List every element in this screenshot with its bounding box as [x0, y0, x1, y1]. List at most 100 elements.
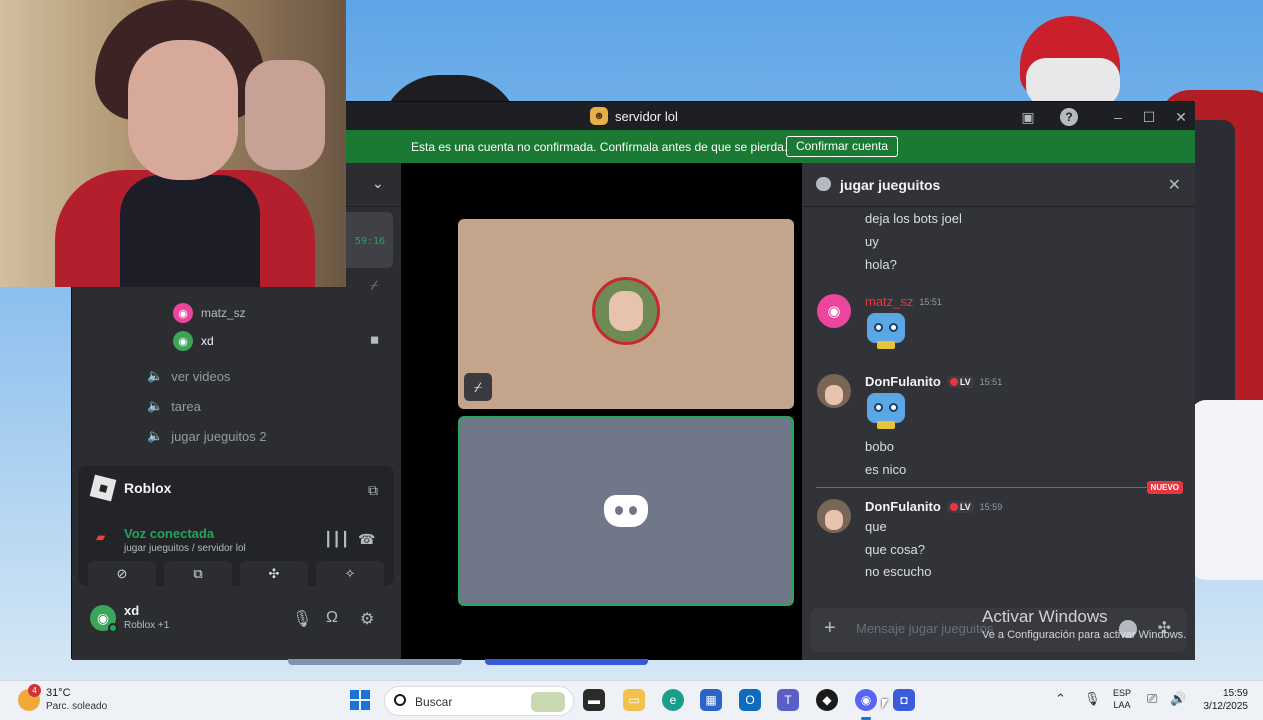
- background-window-edge: [485, 659, 648, 665]
- user-tag: LV: [946, 375, 974, 388]
- noise-suppression-icon[interactable]: ┃┃┃: [324, 531, 349, 548]
- inbox-icon[interactable]: ▣: [1019, 108, 1037, 126]
- message-text: hola?: [865, 257, 897, 272]
- user-panel: ◉ xd Roblox +1 🎙 Ω ⚙: [78, 591, 394, 651]
- game-activity-icon: ◼: [370, 334, 380, 346]
- chat-bubble-icon: [816, 177, 831, 191]
- system-clock[interactable]: 15:59 3/12/2025: [1196, 687, 1249, 713]
- avatar[interactable]: [817, 499, 851, 533]
- tray-microphone-icon[interactable]: 🎙: [1084, 691, 1101, 707]
- outlook-icon[interactable]: O: [739, 689, 761, 711]
- channel-ver-videos[interactable]: 🔈 ver videos: [147, 365, 230, 387]
- avatar[interactable]: ◉: [817, 294, 851, 328]
- signal-icon[interactable]: ▰: [96, 530, 105, 544]
- roblox-app-icon[interactable]: ◆: [816, 689, 838, 711]
- new-messages-divider: [816, 487, 1182, 488]
- message-text: uy: [865, 234, 879, 249]
- language-indicator[interactable]: ESP LAA: [1113, 687, 1131, 711]
- muted-mic-icon: ⌿: [370, 277, 379, 293]
- headphones-icon[interactable]: Ω: [326, 609, 338, 627]
- robot-emoji-icon: [865, 311, 907, 351]
- channel-name: jugar jueguitos 2: [171, 428, 267, 444]
- participant-tile-donfulanito[interactable]: ⌿: [458, 219, 794, 409]
- store-icon[interactable]: ▦: [700, 689, 722, 711]
- channel-tarea[interactable]: 🔈 tarea: [147, 395, 201, 417]
- voice-user-xd[interactable]: ◉ xd: [173, 330, 214, 352]
- voice-action-buttons: ⊘ ⧉ ✣ ✧: [88, 561, 384, 589]
- voice-location[interactable]: jugar jueguitos / servidor lol: [124, 543, 246, 554]
- robot-emoji-icon: [865, 391, 907, 431]
- discord-app-icon[interactable]: ◉: [855, 689, 877, 711]
- close-chat-icon[interactable]: ✕: [1168, 175, 1181, 195]
- voice-user-matz[interactable]: ◉ matz_sz: [173, 302, 246, 324]
- online-status-icon: [108, 623, 118, 633]
- message-text: bobo: [865, 439, 894, 454]
- disconnect-icon[interactable]: ☎: [358, 531, 375, 548]
- clock-date: 3/12/2025: [1203, 701, 1249, 712]
- close-icon[interactable]: ✕: [1172, 108, 1190, 126]
- language-layout: LAA: [1113, 700, 1131, 710]
- message-author[interactable]: DonFulanito: [865, 499, 941, 514]
- voice-user-name: xd: [201, 334, 214, 348]
- message-text: que: [865, 519, 887, 534]
- screen-share-icon[interactable]: ⧉: [368, 482, 378, 499]
- maximize-icon[interactable]: ☐: [1140, 108, 1158, 126]
- message-time: 15:51: [919, 296, 942, 307]
- attach-plus-icon[interactable]: +: [824, 618, 836, 638]
- minimize-icon[interactable]: –: [1109, 108, 1127, 126]
- watermark-title: Activar Windows: [982, 607, 1108, 626]
- volume-icon[interactable]: 🔊: [1170, 691, 1186, 707]
- chevron-down-icon[interactable]: ⌄: [372, 175, 384, 192]
- weather-badge: 4: [28, 684, 41, 697]
- webcam-overlay: [0, 0, 346, 287]
- language-code: ESP: [1113, 688, 1132, 698]
- confirm-account-button[interactable]: Confirmar cuenta: [786, 136, 898, 157]
- activity-panel: Roblox ⧉ ▰ Voz conectada jugar jueguitos…: [78, 466, 394, 589]
- edge-browser-icon[interactable]: e: [662, 689, 684, 711]
- taskbar: 4 31°C Parc. soleado Buscar ▬ ▭ e ▦ O T …: [0, 680, 1263, 720]
- taskbar-search[interactable]: Buscar: [384, 686, 574, 716]
- microphone-icon[interactable]: 🎙: [292, 609, 312, 629]
- camera-off-button[interactable]: ⊘: [88, 561, 156, 587]
- roblox-logo-icon: [89, 474, 117, 502]
- discord-avatar-icon: ◉: [173, 303, 193, 323]
- voice-connection: ▰ Voz conectada jugar jueguitos / servid…: [88, 526, 384, 558]
- search-highlight-icon: [531, 692, 565, 712]
- speaker-icon: 🔈: [147, 368, 164, 383]
- participant-tile-speaking[interactable]: [458, 416, 794, 606]
- user-tag-label: LV: [959, 501, 971, 512]
- voice-timer: 59:16: [354, 236, 385, 247]
- channel-jugar-jueguitos-2[interactable]: 🔈 jugar jueguitos 2: [147, 425, 267, 447]
- message-header: DonFulanito LV 15:51: [865, 374, 1002, 389]
- message-header: matz_sz 15:51: [865, 294, 942, 309]
- voice-status[interactable]: Voz conectada: [124, 526, 214, 541]
- avatar[interactable]: [817, 374, 851, 408]
- message-header: DonFulanito LV 15:59: [865, 499, 1002, 514]
- soundboard-button[interactable]: ✧: [316, 561, 384, 587]
- share-screen-button[interactable]: ⧉: [164, 561, 232, 587]
- message-text: que cosa?: [865, 542, 925, 557]
- help-icon[interactable]: ?: [1060, 108, 1078, 126]
- message-author[interactable]: DonFulanito: [865, 374, 941, 389]
- start-button[interactable]: [350, 690, 370, 710]
- terminal-icon[interactable]: ▬: [583, 689, 605, 711]
- settings-gear-icon[interactable]: ⚙: [360, 609, 374, 629]
- file-explorer-icon[interactable]: ▭: [623, 689, 645, 711]
- activity-game-name: Roblox: [124, 480, 172, 496]
- message-text: es nico: [865, 462, 907, 477]
- wallpaper-character-glove: [1190, 400, 1263, 580]
- wallpaper-character-face: [1026, 58, 1120, 106]
- activity-game[interactable]: Roblox: [89, 474, 172, 502]
- weather-widget[interactable]: 4 31°C Parc. soleado: [18, 684, 107, 713]
- tray-overflow-icon[interactable]: ⌃: [1055, 691, 1066, 707]
- user-name: xd: [124, 603, 140, 618]
- teams-icon[interactable]: T: [777, 689, 799, 711]
- activities-button[interactable]: ✣: [240, 561, 308, 587]
- app-icon[interactable]: ◘: [893, 689, 915, 711]
- new-messages-badge: NUEVO: [1146, 481, 1183, 494]
- voice-stage: ⌿: [401, 163, 802, 660]
- sun-icon: 4: [18, 684, 41, 711]
- message-author[interactable]: matz_sz: [865, 294, 913, 309]
- network-icon[interactable]: ⎚: [1147, 691, 1157, 707]
- user-status: Roblox +1: [124, 620, 170, 631]
